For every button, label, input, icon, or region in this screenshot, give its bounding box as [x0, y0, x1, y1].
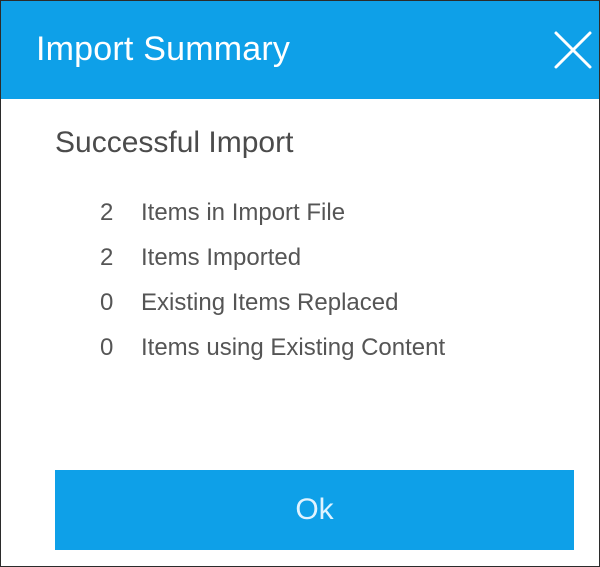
import-stat-label: Items Imported [141, 244, 302, 271]
import-stat-label: Items using Existing Content [141, 334, 446, 361]
import-stat-row-import-file: 2 Items in Import File [1, 196, 599, 241]
import-stat-count: 2 [100, 244, 114, 271]
ok-button[interactable]: Ok [55, 470, 574, 550]
import-stat-label: Items in Import File [141, 199, 346, 226]
import-stat-count: 0 [100, 289, 114, 316]
import-stats-list: 2 Items in Import File 2 Items Imported … [1, 196, 599, 376]
dialog-title: Import Summary [36, 30, 291, 68]
import-stat-label: Existing Items Replaced [141, 289, 399, 316]
close-icon[interactable] [548, 25, 598, 75]
import-stat-count: 0 [100, 334, 114, 361]
import-stat-row-replaced: 0 Existing Items Replaced [1, 286, 599, 331]
import-stat-count: 2 [100, 199, 114, 226]
import-status-heading: Successful Import [55, 126, 294, 159]
import-stat-row-imported: 2 Items Imported [1, 241, 599, 286]
import-stat-row-existing-content: 0 Items using Existing Content [1, 331, 599, 376]
dialog-header: Import Summary [1, 1, 599, 99]
import-summary-dialog: Import Summary Successful Import 2 Items… [0, 0, 600, 567]
